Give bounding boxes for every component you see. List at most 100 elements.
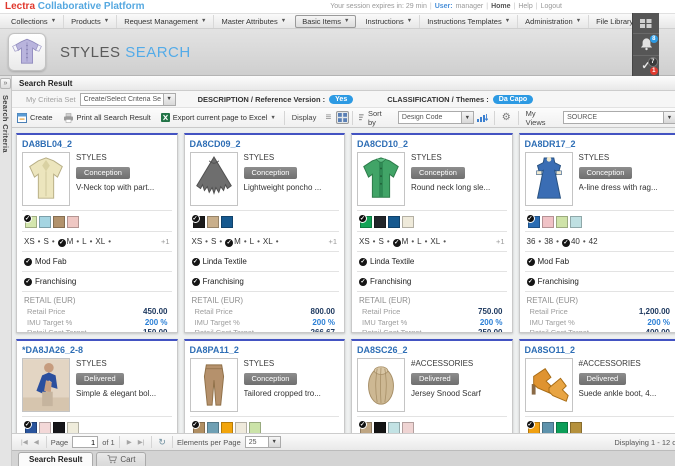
menu-instructions[interactable]: Instructions▼: [358, 15, 419, 28]
garment-thumbnail[interactable]: [22, 152, 70, 206]
menu-instructions-templates[interactable]: Instructions Templates▼: [419, 15, 517, 28]
last-page-button[interactable]: ▶|: [135, 438, 148, 446]
style-code-link[interactable]: DA8CD09_2: [190, 137, 340, 152]
menu-collections[interactable]: Collections▼: [4, 15, 63, 28]
color-swatch[interactable]: [67, 216, 79, 228]
style-card[interactable]: DA8SO11_2 #ACCESSORIES Delivered Suede a…: [519, 339, 675, 433]
color-swatch[interactable]: [570, 216, 582, 228]
chevron-down-icon[interactable]: ▼: [268, 437, 280, 447]
home-link[interactable]: Home: [491, 3, 510, 10]
color-swatch[interactable]: ✓: [528, 422, 540, 433]
garment-thumbnail[interactable]: [190, 152, 238, 206]
check-icon: ✓: [24, 258, 32, 266]
menu-basic-items[interactable]: Basic Items▼: [295, 15, 356, 28]
garment-thumbnail[interactable]: [357, 152, 405, 206]
tab-search-result[interactable]: Search Result: [18, 452, 93, 466]
color-swatch[interactable]: [402, 422, 414, 433]
gear-icon[interactable]: ⚙: [498, 112, 515, 123]
color-swatch[interactable]: [374, 216, 386, 228]
style-card[interactable]: *DA8JA26_2-8 STYLES Delivered Simple & e…: [16, 339, 178, 433]
chevron-down-icon[interactable]: ▼: [461, 112, 473, 123]
sort-by-dropdown[interactable]: Design Code ▼: [398, 111, 474, 124]
color-swatch[interactable]: [221, 216, 233, 228]
color-swatch[interactable]: ✓: [360, 216, 372, 228]
refresh-icon[interactable]: ↻: [156, 437, 168, 448]
color-swatch[interactable]: [53, 216, 65, 228]
style-card[interactable]: DA8SC26_2 #ACCESSORIES Delivered Jersey …: [351, 339, 513, 433]
color-swatch[interactable]: [570, 422, 582, 433]
panel-switch-button[interactable]: [633, 13, 659, 34]
menu-request-management[interactable]: Request Management▼: [116, 15, 213, 28]
color-swatch[interactable]: [388, 216, 400, 228]
color-swatch[interactable]: [221, 422, 233, 433]
color-swatch[interactable]: [388, 422, 400, 433]
page-number-input[interactable]: [72, 436, 98, 448]
search-criteria-rail[interactable]: » Search Criteria: [0, 76, 12, 466]
garment-thumbnail[interactable]: [525, 152, 573, 206]
notification-count-badge: 8: [650, 35, 658, 43]
criteria-set-dropdown[interactable]: Create/Select Criteria Se ▼: [80, 93, 176, 106]
my-views-dropdown[interactable]: SOURCE ▼: [563, 111, 675, 124]
color-swatch[interactable]: [39, 422, 51, 433]
color-swatch[interactable]: [207, 216, 219, 228]
color-swatch[interactable]: [374, 422, 386, 433]
color-swatch[interactable]: [402, 216, 414, 228]
menu-products[interactable]: Products▼: [63, 15, 116, 28]
color-swatch[interactable]: [207, 422, 219, 433]
menu-master-attributes[interactable]: Master Attributes▼: [213, 15, 293, 28]
color-swatch[interactable]: [249, 422, 261, 433]
color-swatch[interactable]: [556, 216, 568, 228]
color-swatch[interactable]: [39, 216, 51, 228]
style-card[interactable]: DA8CD09_2 STYLES Conception Lightweight …: [184, 133, 346, 333]
sort-direction-button[interactable]: [474, 110, 491, 126]
color-swatch[interactable]: [67, 422, 79, 433]
style-code-link[interactable]: DA8SC26_2: [357, 343, 507, 358]
color-swatch[interactable]: [542, 422, 554, 433]
style-card[interactable]: DA8CD10_2 STYLES Conception Round neck l…: [351, 133, 513, 333]
menu-administration[interactable]: Administration▼: [517, 15, 588, 28]
color-swatch[interactable]: [53, 422, 65, 433]
first-page-button[interactable]: |◀: [18, 438, 31, 446]
color-swatch[interactable]: ✓: [193, 422, 205, 433]
garment-thumbnail[interactable]: [357, 358, 405, 412]
create-button[interactable]: Create: [12, 110, 58, 126]
style-card[interactable]: DA8BL04_2 STYLES Conception V-Neck top w…: [16, 133, 178, 333]
color-swatch[interactable]: ✓: [25, 216, 37, 228]
display-grid-toggle[interactable]: [336, 111, 348, 124]
logout-link[interactable]: Logout: [541, 3, 562, 10]
style-code-link[interactable]: *DA8JA26_2-8: [22, 343, 172, 358]
color-swatch[interactable]: [542, 216, 554, 228]
prev-page-button[interactable]: ◀: [31, 438, 42, 446]
display-list-toggle[interactable]: ≡: [322, 111, 334, 124]
style-code-link[interactable]: DA8SO11_2: [525, 343, 675, 358]
style-code-link[interactable]: DA8BL04_2: [22, 137, 172, 152]
my-criteria-set-label: My Criteria Set: [26, 95, 76, 104]
chevron-down-icon[interactable]: ▼: [163, 94, 175, 105]
tab-cart[interactable]: Cart: [96, 452, 146, 466]
style-code-link[interactable]: DA8CD10_2: [357, 137, 507, 152]
retail-label: IMU Target %: [192, 318, 313, 329]
color-swatch[interactable]: [556, 422, 568, 433]
tasks-button[interactable]: ✓ 7 1: [633, 56, 659, 76]
elements-per-page-dropdown[interactable]: 25 ▼: [245, 436, 281, 448]
style-code-link[interactable]: DA8PA11_2: [190, 343, 340, 358]
color-swatch[interactable]: ✓: [193, 216, 205, 228]
color-swatch[interactable]: ✓: [360, 422, 372, 433]
color-swatch[interactable]: ✓: [25, 422, 37, 433]
notifications-button[interactable]: 8: [633, 34, 659, 55]
help-link[interactable]: Help: [518, 3, 532, 10]
style-card[interactable]: DA8PA11_2 STYLES Conception Tailored cro…: [184, 339, 346, 433]
garment-thumbnail[interactable]: [190, 358, 238, 412]
color-swatch[interactable]: ✓: [528, 216, 540, 228]
chevron-down-icon[interactable]: ▼: [663, 112, 675, 123]
export-excel-button[interactable]: Export current page to Excel ▼: [156, 110, 281, 126]
next-page-button[interactable]: ▶: [124, 438, 135, 446]
size-separator: •: [219, 237, 222, 246]
style-code-link[interactable]: DA8DR17_2: [525, 137, 675, 152]
color-swatch[interactable]: [235, 422, 247, 433]
garment-thumbnail[interactable]: [22, 358, 70, 412]
print-all-button[interactable]: Print all Search Result: [58, 110, 156, 126]
garment-thumbnail[interactable]: [525, 358, 573, 412]
style-card[interactable]: DA8DR17_2 STYLES Conception A-line dress…: [519, 133, 675, 333]
expand-search-criteria-button[interactable]: »: [0, 78, 11, 89]
